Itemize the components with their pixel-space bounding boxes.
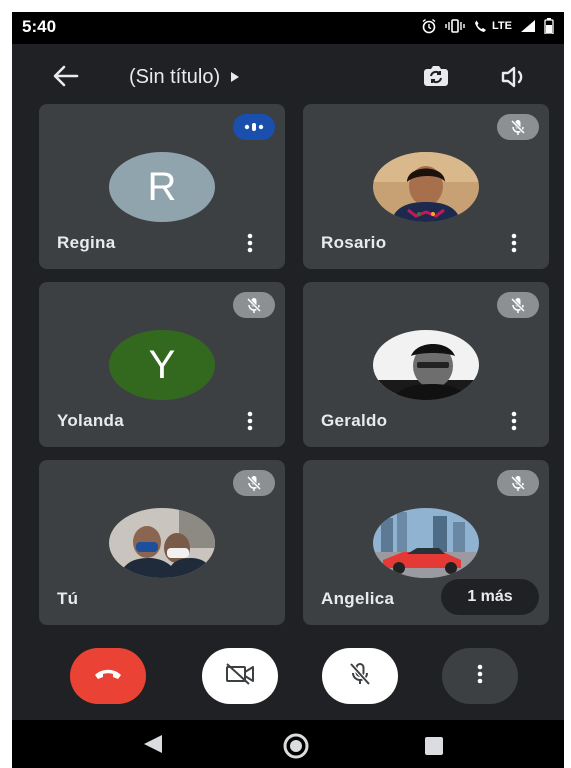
- mic-off-icon: [233, 470, 275, 496]
- speaker-icon[interactable]: [498, 63, 530, 91]
- avatar: R: [109, 152, 215, 222]
- participant-tile[interactable]: R Regina: [39, 104, 285, 269]
- lte-call-icon: LTE: [473, 19, 512, 33]
- more-vert-icon[interactable]: [509, 232, 519, 254]
- participant-name: Yolanda: [57, 411, 124, 430]
- top-bar: (Sin título): [12, 44, 564, 104]
- participant-name: Angelica: [321, 589, 395, 608]
- camera-toggle-button[interactable]: [202, 648, 278, 704]
- signal-icon: [520, 19, 536, 33]
- participant-tile[interactable]: Tú: [39, 460, 285, 625]
- end-call-button[interactable]: [70, 648, 146, 704]
- participant-name: Geraldo: [321, 411, 388, 430]
- navigation-bar: [12, 720, 564, 768]
- avatar-initial: R: [147, 164, 177, 209]
- avatar-initial: Y: [148, 342, 176, 387]
- avatar-photo: [373, 152, 479, 222]
- nav-home-icon[interactable]: [282, 732, 310, 760]
- network-type: LTE: [492, 20, 512, 32]
- screen: 5:40 LTE (Sin título) R Regina Rosario Y…: [12, 12, 564, 768]
- participant-name: Rosario: [321, 233, 387, 252]
- status-icons: LTE: [421, 18, 554, 34]
- more-vert-icon: [476, 663, 484, 690]
- more-participants-chip[interactable]: 1 más: [441, 579, 539, 615]
- mic-toggle-button[interactable]: [322, 648, 398, 704]
- participant-tile[interactable]: Rosario: [303, 104, 549, 269]
- alarm-icon: [421, 18, 437, 34]
- meeting-title-button[interactable]: (Sin título): [129, 66, 240, 89]
- more-vert-icon[interactable]: [509, 410, 519, 432]
- nav-recents-icon[interactable]: [425, 737, 443, 755]
- participant-tile[interactable]: Y Yolanda: [39, 282, 285, 447]
- nav-back-icon[interactable]: [142, 734, 164, 759]
- vibrate-icon: [445, 19, 465, 33]
- back-arrow-icon[interactable]: [50, 62, 82, 90]
- mic-off-icon: [497, 470, 539, 496]
- switch-camera-icon[interactable]: [420, 63, 452, 91]
- avatar: Y: [109, 330, 215, 400]
- call-controls: [12, 640, 564, 720]
- battery-icon: [544, 18, 554, 34]
- participant-tile[interactable]: Angelica 1 más: [303, 460, 549, 625]
- mic-off-icon: [497, 114, 539, 140]
- mic-off-icon: [348, 661, 372, 692]
- more-options-button[interactable]: [442, 648, 518, 704]
- status-time: 5:40: [22, 17, 57, 36]
- speaking-indicator-icon: [233, 114, 275, 140]
- avatar-photo: [373, 508, 479, 578]
- participant-tile[interactable]: Geraldo: [303, 282, 549, 447]
- mic-off-icon: [233, 292, 275, 318]
- participant-name: Regina: [57, 233, 116, 252]
- avatar-photo: [109, 508, 215, 578]
- play-arrow-icon: [230, 66, 240, 89]
- avatar-photo: [373, 330, 479, 400]
- more-vert-icon[interactable]: [245, 410, 255, 432]
- status-bar: 5:40 LTE: [12, 12, 564, 44]
- participant-name: Tú: [57, 589, 79, 608]
- meeting-title: (Sin título): [129, 66, 221, 88]
- camera-off-icon: [223, 662, 257, 691]
- end-call-icon: [93, 667, 123, 686]
- more-vert-icon[interactable]: [245, 232, 255, 254]
- mic-off-icon: [497, 292, 539, 318]
